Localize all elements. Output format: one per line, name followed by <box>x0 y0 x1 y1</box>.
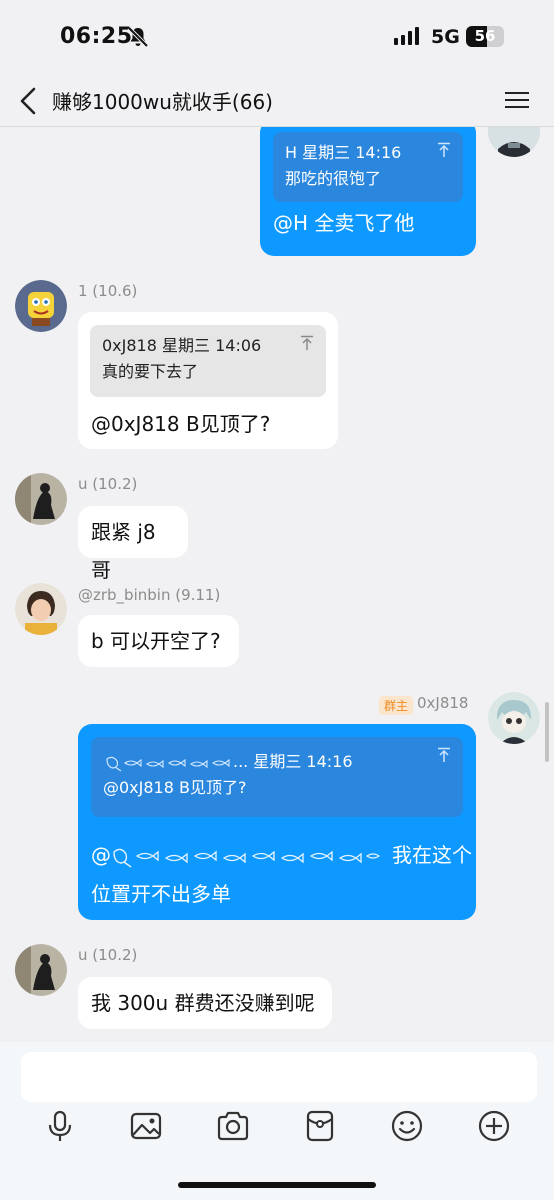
message-text: @H 全卖飞了他 <box>273 211 415 235</box>
message-bubble-incoming[interactable]: 跟紧 j8 哥 <box>78 506 188 582</box>
quote-author-time: ... 星期三 14:16 <box>233 752 353 771</box>
battery-indicator: 56 <box>466 26 504 47</box>
plus-icon[interactable] <box>476 1108 512 1144</box>
quote-text: 真的要下去了 <box>102 362 199 381</box>
message-text: b 可以开空了? <box>91 629 221 653</box>
menu-icon[interactable] <box>505 88 529 114</box>
jump-to-quote-icon[interactable] <box>300 335 314 351</box>
avatar[interactable] <box>488 127 540 157</box>
avatar[interactable] <box>15 583 67 635</box>
sender-name: @zrb_binbin (9.11) <box>78 586 221 604</box>
camera-icon[interactable] <box>215 1108 251 1144</box>
sender-name: u (10.2) <box>78 475 138 493</box>
home-indicator <box>178 1182 376 1188</box>
quote-author-row: ... 星期三 14:16 <box>103 749 451 775</box>
message-text: 我在这个 <box>392 843 472 867</box>
chat-title[interactable]: 赚够1000wu就收手(66) <box>52 86 273 115</box>
cellular-signal-icon <box>394 27 424 45</box>
quoted-message[interactable]: ... 星期三 14:16 @0xJ818 B见顶了? <box>91 737 463 817</box>
sender-name: 0xJ818 <box>417 694 469 712</box>
message-text: 跟紧 j8 哥 <box>91 520 156 582</box>
message-bubble-outgoing[interactable]: ... 星期三 14:16 @0xJ818 B见顶了? @ 我在这个 位置开不出… <box>78 724 476 920</box>
image-icon[interactable] <box>128 1108 164 1144</box>
message-text-line2: 位置开不出多单 <box>91 882 231 906</box>
jump-to-quote-icon[interactable] <box>437 747 451 763</box>
mention-prefix: @ <box>91 843 111 867</box>
quote-text: @0xJ818 B见顶了? <box>103 778 247 797</box>
message-input[interactable] <box>21 1052 537 1102</box>
network-type: 5G <box>431 26 460 48</box>
sender-name: 1 (10.6) <box>78 282 138 300</box>
silent-bell-icon <box>127 26 149 48</box>
message-text: @0xJ818 B见顶了? <box>91 412 271 436</box>
avatar[interactable] <box>488 692 540 744</box>
message-text-line1: @ 我在这个 <box>91 836 472 874</box>
message-bubble-incoming[interactable]: 我 300u 群费还没赚到呢 <box>78 977 332 1029</box>
avatar[interactable] <box>15 944 67 996</box>
jump-to-quote-icon[interactable] <box>437 142 451 158</box>
red-packet-icon[interactable] <box>302 1108 338 1144</box>
fish-emoji-nickname-icon <box>106 756 230 771</box>
quote-text: 那吃的很饱了 <box>285 169 382 188</box>
status-time: 06:25 <box>60 24 133 49</box>
avatar[interactable] <box>15 473 67 525</box>
message-list[interactable]: H 星期三 14:16 那吃的很饱了 @H 全卖飞了他 1 (10.6) 0xJ… <box>0 127 554 1042</box>
scrollbar[interactable] <box>545 702 549 762</box>
quote-author-time: 0xJ818 星期三 14:06 <box>102 336 262 355</box>
message-bubble-outgoing[interactable]: H 星期三 14:16 那吃的很饱了 @H 全卖飞了他 <box>260 127 476 256</box>
message-bubble-incoming[interactable]: 0xJ818 星期三 14:06 真的要下去了 @0xJ818 B见顶了? <box>78 312 338 449</box>
quote-author-time: H 星期三 14:16 <box>285 143 402 162</box>
quoted-message[interactable]: 0xJ818 星期三 14:06 真的要下去了 <box>90 325 326 397</box>
composer <box>0 1042 554 1200</box>
avatar[interactable] <box>15 280 67 332</box>
sender-name: u (10.2) <box>78 946 138 964</box>
emoji-icon[interactable] <box>389 1108 425 1144</box>
message-text: 我 300u 群费还没赚到呢 <box>91 991 315 1015</box>
owner-badge: 群主 <box>379 696 414 715</box>
battery-percent: 56 <box>474 27 496 45</box>
quoted-message[interactable]: H 星期三 14:16 那吃的很饱了 <box>273 132 463 202</box>
message-bubble-incoming[interactable]: b 可以开空了? <box>78 615 239 667</box>
microphone-icon[interactable] <box>42 1108 78 1144</box>
chat-header: 赚够1000wu就收手(66) <box>0 76 554 127</box>
back-chevron-icon[interactable] <box>16 84 44 118</box>
fish-emoji-mention-icon <box>113 848 381 868</box>
status-bar: 06:25 5G 56 <box>0 0 554 76</box>
